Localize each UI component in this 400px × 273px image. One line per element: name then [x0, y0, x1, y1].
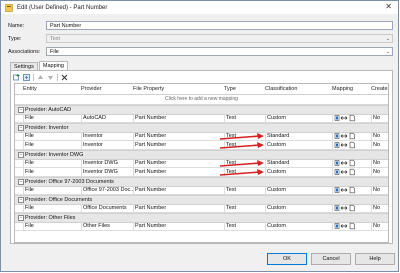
- window-title: Edit (User Defined) - Part Number: [17, 4, 108, 11]
- title-bar: Edit (User Defined) - Part Number ✕: [1, 1, 398, 14]
- chevron-down-icon: ⌄: [385, 36, 390, 42]
- mapping-toolbar: [13, 73, 68, 81]
- delete-icon[interactable]: [61, 74, 68, 81]
- toolbar-divider: [57, 73, 58, 81]
- toolbar-divider: [33, 73, 34, 81]
- name-label: Name:: [8, 23, 25, 29]
- associations-select[interactable]: File ⌄: [46, 47, 393, 56]
- annotation-arrow-line: [219, 162, 261, 167]
- move-up-icon[interactable]: [37, 74, 44, 81]
- mapping-grid: Entity Provider File Property Type Class…: [14, 83, 389, 243]
- annotation-arrow-head: [257, 133, 264, 139]
- mapping-panel: Entity Provider File Property Type Class…: [10, 70, 393, 244]
- associations-label: Associations:: [8, 49, 41, 55]
- ok-button[interactable]: OK: [267, 253, 307, 265]
- app-icon: [5, 3, 13, 12]
- edit-dialog: Edit (User Defined) - Part Number ✕ Name…: [0, 0, 399, 272]
- import-icon[interactable]: [23, 73, 30, 81]
- move-down-icon[interactable]: [47, 74, 54, 81]
- associations-value: File: [50, 49, 59, 55]
- annotation-arrow-head: [257, 169, 264, 175]
- annotation-arrow-line: [219, 135, 261, 140]
- type-value: Text: [50, 36, 61, 42]
- close-icon[interactable]: ✕: [385, 2, 392, 11]
- annotation-arrow-line: [219, 171, 261, 176]
- help-button[interactable]: Help: [355, 253, 395, 265]
- cancel-button[interactable]: Cancel: [311, 253, 351, 265]
- annotation-arrows: [219, 133, 264, 176]
- type-label: Type:: [8, 36, 22, 42]
- chevron-down-icon: ⌄: [385, 49, 390, 55]
- annotation-arrow-head: [257, 160, 264, 166]
- name-field[interactable]: Part Number: [46, 21, 393, 30]
- annotation-arrow-line: [219, 144, 261, 149]
- annotation-arrow-head: [257, 142, 264, 148]
- type-select: Text ⌄: [46, 34, 393, 43]
- add-mapping-icon[interactable]: [13, 73, 20, 81]
